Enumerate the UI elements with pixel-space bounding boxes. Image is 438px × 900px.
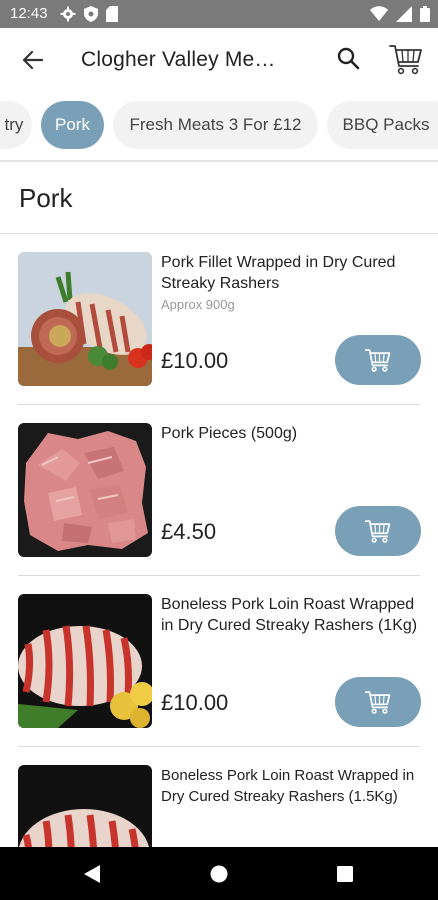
home-circle-icon[interactable] — [210, 865, 228, 883]
add-to-cart-button[interactable] — [335, 335, 421, 385]
gear-icon — [60, 6, 76, 22]
arrow-left-icon — [22, 50, 44, 70]
product-card[interactable]: Boneless Pork Loin Roast Wrapped in Dry … — [0, 748, 438, 847]
back-button[interactable] — [18, 45, 48, 75]
product-name: Boneless Pork Loin Roast Wrapped in Dry … — [161, 767, 415, 805]
shopping-cart-icon — [389, 45, 422, 75]
section-divider — [0, 233, 438, 234]
product-name: Pork Pieces (500g) — [161, 425, 298, 442]
add-to-cart-button[interactable] — [335, 677, 421, 727]
system-nav-bar — [0, 847, 438, 900]
product-image — [18, 594, 152, 728]
product-price: £10.00 — [161, 348, 229, 373]
pork-fillet-wrapped-image — [18, 252, 152, 386]
section-title: Pork — [19, 183, 73, 213]
add-to-cart-button[interactable] — [335, 506, 421, 556]
chip-bbq-packs[interactable]: BBQ Packs — [327, 101, 438, 149]
cart-button[interactable] — [388, 42, 424, 76]
status-time: 12:43 — [10, 5, 48, 22]
app-bar: Clogher Valley Me… — [0, 28, 438, 92]
status-bar: 12:43 — [0, 0, 438, 28]
signal-icon — [396, 6, 412, 22]
category-chips: try Pork Fresh Meats 3 For £12 BBQ Packs — [0, 92, 438, 160]
product-card[interactable]: Pork Fillet Wrapped in Dry Cured Streaky… — [0, 235, 438, 405]
search-button[interactable] — [334, 44, 364, 74]
chip-label: Pork — [55, 115, 90, 134]
shopping-cart-icon — [364, 520, 391, 543]
battery-icon — [420, 6, 430, 22]
shopping-cart-icon — [364, 691, 391, 714]
chip-category[interactable]: try — [0, 101, 32, 149]
pork-pieces-image — [18, 423, 152, 557]
chips-divider — [0, 160, 438, 162]
shopping-cart-icon — [364, 349, 391, 372]
wifi-icon — [370, 6, 388, 21]
page-title: Clogher Valley Me… — [81, 48, 276, 71]
pork-loin-roast-image — [18, 765, 152, 847]
status-left-icons — [60, 6, 118, 22]
product-name: Boneless Pork Loin Roast Wrapped in Dry … — [161, 596, 418, 634]
product-card[interactable]: Boneless Pork Loin Roast Wrapped in Dry … — [0, 577, 438, 747]
chip-label: try — [4, 115, 24, 134]
shield-icon — [84, 6, 98, 22]
product-divider — [18, 575, 420, 576]
product-price: £4.50 — [161, 519, 217, 544]
product-divider — [18, 404, 420, 405]
search-icon — [337, 47, 360, 70]
product-card[interactable]: Pork Pieces (500g) £4.50 — [0, 406, 438, 576]
pork-loin-roast-image — [18, 594, 152, 728]
chip-pork[interactable]: Pork — [41, 101, 104, 149]
product-image — [18, 423, 152, 557]
product-name: Pork Fillet Wrapped in Dry Cured Streaky… — [161, 254, 396, 292]
product-price: £10.00 — [161, 690, 229, 715]
chip-label: BBQ Packs — [342, 115, 430, 134]
recents-square-icon[interactable] — [337, 866, 353, 882]
status-right-icons — [370, 6, 430, 22]
sd-card-icon — [106, 6, 118, 22]
product-image — [18, 252, 152, 386]
product-image — [18, 765, 152, 847]
product-subtitle: Approx 900g — [161, 297, 235, 312]
back-triangle-icon[interactable] — [84, 865, 100, 883]
chip-label: Fresh Meats 3 For £12 — [129, 115, 302, 134]
product-divider — [18, 746, 420, 747]
chip-fresh-meats[interactable]: Fresh Meats 3 For £12 — [113, 101, 318, 149]
